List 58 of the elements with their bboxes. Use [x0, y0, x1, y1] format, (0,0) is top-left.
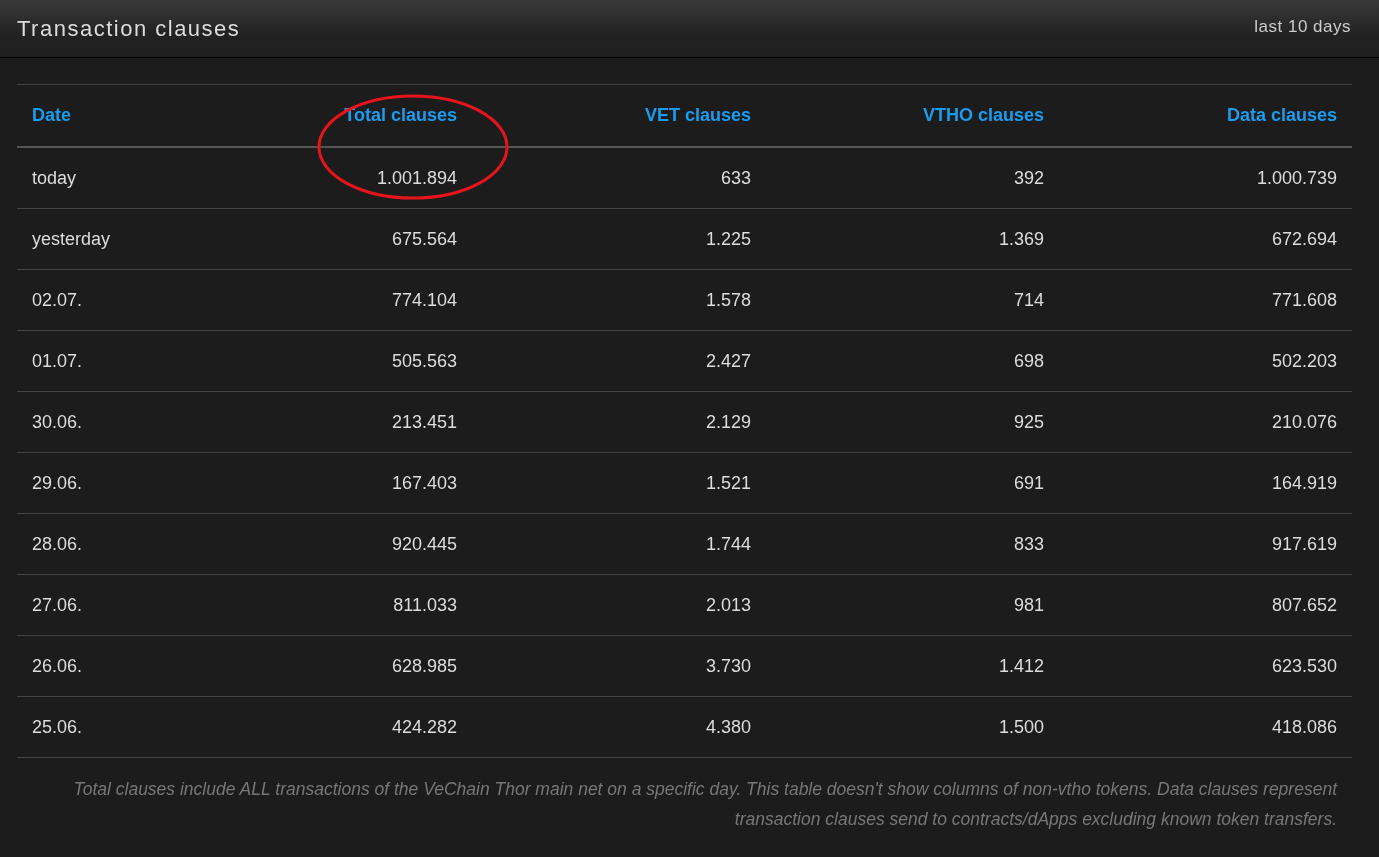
- table-cell: 505.563: [179, 330, 472, 392]
- footnote-text: Total clauses include ALL transactions of the VeChain Thor main net on a specific day. This table doesn't show columns of non-vtho tokens. Data clauses represent transaction clauses send to contracts/dApps excluding known token transfers.: [72, 778, 1337, 831]
- table-cell: 917.619: [1059, 513, 1352, 575]
- table-cell: 833: [766, 513, 1059, 575]
- table-cell: 771.608: [1059, 269, 1352, 331]
- period-label: last 10 days: [1254, 16, 1351, 37]
- table-cell: 1.369: [766, 208, 1059, 270]
- table-cell: 1.412: [766, 635, 1059, 697]
- table-cell: 28.06.: [17, 513, 179, 575]
- table-cell: 925: [766, 391, 1059, 453]
- column-header[interactable]: Data clauses: [1059, 84, 1352, 147]
- table-cell: 1.225: [472, 208, 766, 270]
- table-cell: 25.06.: [17, 696, 179, 758]
- table-cell: 164.919: [1059, 452, 1352, 514]
- table-cell: 1.521: [472, 452, 766, 514]
- table-cell: 424.282: [179, 696, 472, 758]
- table-cell: 27.06.: [17, 574, 179, 636]
- table-cell: 981: [766, 574, 1059, 636]
- table-cell: 3.730: [472, 635, 766, 697]
- panel-title: Transaction clauses: [17, 15, 241, 42]
- column-header[interactable]: VET clauses: [472, 84, 766, 147]
- table-cell: 2.129: [472, 391, 766, 453]
- table-cell: 675.564: [179, 208, 472, 270]
- column-header[interactable]: Date: [17, 84, 179, 147]
- table-cell: 672.694: [1059, 208, 1352, 270]
- column-header[interactable]: VTHO clauses: [766, 84, 1059, 147]
- table-cell: 1.744: [472, 513, 766, 575]
- column-header[interactable]: Total clauses: [179, 84, 472, 147]
- table-cell: 30.06.: [17, 391, 179, 453]
- table-cell: 714: [766, 269, 1059, 331]
- table-cell: 26.06.: [17, 635, 179, 697]
- table-cell: 1.500: [766, 696, 1059, 758]
- table-cell: 2.427: [472, 330, 766, 392]
- table-cell: 807.652: [1059, 574, 1352, 636]
- table-cell: 691: [766, 452, 1059, 514]
- table-cell: 213.451: [179, 391, 472, 453]
- table-cell: 633: [472, 147, 766, 209]
- table-cell: 1.578: [472, 269, 766, 331]
- table-cell: 774.104: [179, 269, 472, 331]
- table-cell: 698: [766, 330, 1059, 392]
- table-cell: 418.086: [1059, 696, 1352, 758]
- table-cell: 4.380: [472, 696, 766, 758]
- table-cell: 210.076: [1059, 391, 1352, 453]
- table-cell: 920.445: [179, 513, 472, 575]
- table-cell: 628.985: [179, 635, 472, 697]
- table-cell: 392: [766, 147, 1059, 209]
- table-cell: 2.013: [472, 574, 766, 636]
- table-cell: 02.07.: [17, 269, 179, 331]
- table-cell: 502.203: [1059, 330, 1352, 392]
- table-cell: 623.530: [1059, 635, 1352, 697]
- table-cell: 1.000.739: [1059, 147, 1352, 209]
- table-cell: 1.001.894: [179, 147, 472, 209]
- table-cell: yesterday: [17, 208, 179, 270]
- table-cell: 29.06.: [17, 452, 179, 514]
- table-cell: today: [17, 147, 179, 209]
- table-cell: 167.403: [179, 452, 472, 514]
- table-cell: 811.033: [179, 574, 472, 636]
- table-cell: 01.07.: [17, 330, 179, 392]
